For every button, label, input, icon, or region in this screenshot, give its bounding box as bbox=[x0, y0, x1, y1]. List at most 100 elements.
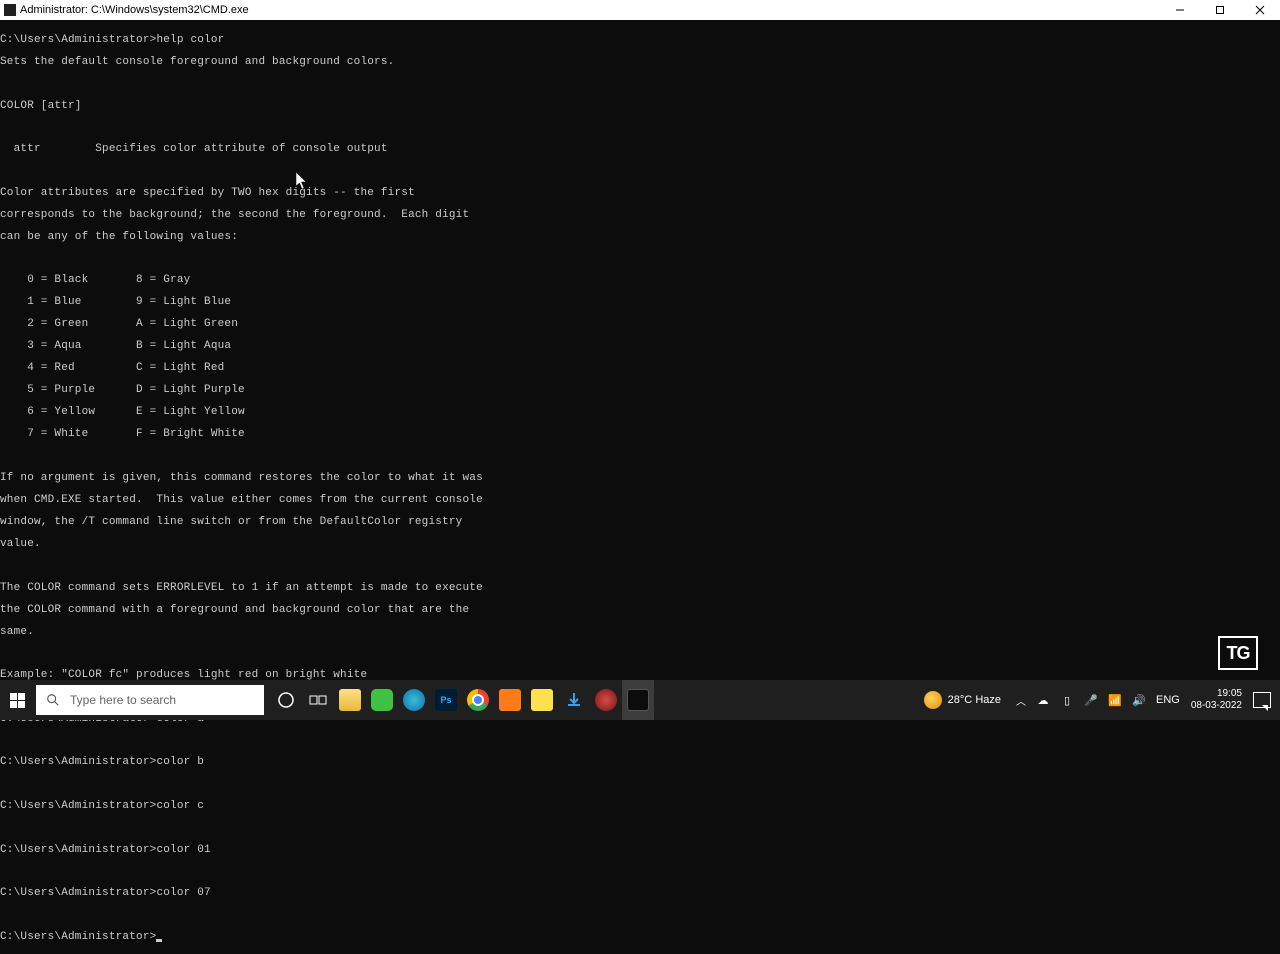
command-text: color b bbox=[156, 756, 204, 768]
cloud-icon: ☁ bbox=[1036, 693, 1050, 707]
output-line: 5 = Purple D = Light Purple bbox=[0, 385, 1280, 396]
weather-widget[interactable]: 28°C Haze bbox=[914, 691, 1011, 709]
taskbar-app-edge[interactable] bbox=[398, 680, 430, 720]
taskbar-app-notes[interactable] bbox=[526, 680, 558, 720]
output-line bbox=[0, 736, 1280, 747]
cmd-icon bbox=[627, 689, 649, 711]
tray-overflow-button[interactable]: ︿ bbox=[1011, 680, 1031, 720]
prompt: C:\Users\Administrator> bbox=[0, 844, 156, 856]
app-icon bbox=[4, 4, 16, 16]
tray-language[interactable]: ENG bbox=[1151, 680, 1185, 720]
output-line: 6 = Yellow E = Light Yellow bbox=[0, 407, 1280, 418]
prompt: C:\Users\Administrator> bbox=[0, 887, 156, 899]
taskbar-app-download[interactable] bbox=[558, 680, 590, 720]
output-line: 4 = Red C = Light Red bbox=[0, 363, 1280, 374]
folder-icon bbox=[339, 689, 361, 711]
taskbar-app-generic-2[interactable] bbox=[590, 680, 622, 720]
taskbar-app-generic-1[interactable] bbox=[494, 680, 526, 720]
taskview-icon bbox=[309, 693, 327, 707]
taskbar-app-wechat[interactable] bbox=[366, 680, 398, 720]
search-input[interactable]: Type here to search bbox=[36, 685, 264, 715]
command-text: color 07 bbox=[156, 887, 210, 899]
output-line bbox=[0, 451, 1280, 462]
output-line: 3 = Aqua B = Light Aqua bbox=[0, 341, 1280, 352]
download-icon bbox=[565, 691, 583, 709]
minimize-button[interactable] bbox=[1160, 0, 1200, 20]
watermark-badge: TG bbox=[1218, 636, 1258, 670]
edge-icon bbox=[403, 689, 425, 711]
output-line: 0 = Black 8 = Gray bbox=[0, 275, 1280, 286]
notification-icon bbox=[1253, 692, 1271, 708]
output-line bbox=[0, 561, 1280, 572]
speaker-icon: 🔊 bbox=[1132, 693, 1146, 707]
output-line bbox=[0, 779, 1280, 790]
taskbar-app-cmd[interactable] bbox=[622, 680, 654, 720]
tray-network[interactable]: 📶 bbox=[1103, 680, 1127, 720]
output-line bbox=[0, 867, 1280, 878]
output-line: same. bbox=[0, 627, 1280, 638]
search-icon bbox=[46, 693, 60, 707]
maximize-button[interactable] bbox=[1200, 0, 1240, 20]
camera-icon: ▯ bbox=[1060, 693, 1074, 707]
app-icon bbox=[595, 689, 617, 711]
output-line: corresponds to the background; the secon… bbox=[0, 210, 1280, 221]
output-line bbox=[0, 254, 1280, 265]
taskbar: Type here to search Ps 28°C Haze ︿ ☁ ▯ 🎤… bbox=[0, 680, 1280, 720]
output-line: the COLOR command with a foreground and … bbox=[0, 605, 1280, 616]
close-button[interactable] bbox=[1240, 0, 1280, 20]
chrome-icon bbox=[467, 689, 489, 711]
output-line: can be any of the following values: bbox=[0, 232, 1280, 243]
app-icon bbox=[499, 689, 521, 711]
prompt: C:\Users\Administrator> bbox=[0, 931, 156, 943]
output-line bbox=[0, 910, 1280, 921]
output-line: 2 = Green A = Light Green bbox=[0, 319, 1280, 330]
output-line: If no argument is given, this command re… bbox=[0, 473, 1280, 484]
terminal-output[interactable]: C:\Users\Administrator>help color Sets t… bbox=[0, 20, 1280, 680]
weather-label: Haze bbox=[975, 694, 1001, 706]
file-explorer-button[interactable] bbox=[334, 680, 366, 720]
taskbar-app-photoshop[interactable]: Ps bbox=[430, 680, 462, 720]
clock-time: 19:05 bbox=[1191, 688, 1242, 700]
tray-meet-now[interactable]: ▯ bbox=[1055, 680, 1079, 720]
task-view-button[interactable] bbox=[302, 680, 334, 720]
output-line: Color attributes are specified by TWO he… bbox=[0, 188, 1280, 199]
output-line: The COLOR command sets ERRORLEVEL to 1 i… bbox=[0, 583, 1280, 594]
command-text: help color bbox=[156, 34, 224, 46]
output-line bbox=[0, 79, 1280, 90]
tray-notifications[interactable] bbox=[1248, 680, 1276, 720]
tray-mic[interactable]: 🎤 bbox=[1079, 680, 1103, 720]
weather-icon bbox=[924, 691, 942, 709]
tray-onedrive[interactable]: ☁ bbox=[1031, 680, 1055, 720]
mic-icon: 🎤 bbox=[1084, 693, 1098, 707]
notes-icon bbox=[531, 689, 553, 711]
clock-date: 08-03-2022 bbox=[1191, 700, 1242, 712]
command-text: color c bbox=[156, 800, 204, 812]
chat-icon bbox=[371, 689, 393, 711]
tray-clock[interactable]: 19:0508-03-2022 bbox=[1185, 680, 1248, 720]
output-line bbox=[0, 166, 1280, 177]
wifi-icon: 📶 bbox=[1108, 693, 1122, 707]
window-title: Administrator: C:\Windows\system32\CMD.e… bbox=[20, 4, 249, 16]
windows-logo-icon bbox=[10, 693, 25, 708]
taskbar-app-chrome[interactable] bbox=[462, 680, 494, 720]
weather-temp: 28°C bbox=[948, 694, 973, 706]
output-line bbox=[0, 649, 1280, 660]
cortana-button[interactable] bbox=[270, 680, 302, 720]
titlebar: Administrator: C:\Windows\system32\CMD.e… bbox=[0, 0, 1280, 20]
output-line: 7 = White F = Bright White bbox=[0, 429, 1280, 440]
prompt: C:\Users\Administrator> bbox=[0, 34, 156, 46]
search-placeholder: Type here to search bbox=[70, 693, 176, 707]
output-line: Sets the default console foreground and … bbox=[0, 57, 1280, 68]
start-button[interactable] bbox=[0, 680, 34, 720]
command-text: color 01 bbox=[156, 844, 210, 856]
output-line: value. bbox=[0, 539, 1280, 550]
prompt: C:\Users\Administrator> bbox=[0, 800, 156, 812]
circle-icon bbox=[277, 691, 295, 709]
ps-icon: Ps bbox=[435, 689, 457, 711]
output-line bbox=[0, 823, 1280, 834]
lang-label: ENG bbox=[1156, 694, 1180, 706]
output-line: 1 = Blue 9 = Light Blue bbox=[0, 297, 1280, 308]
tray-volume[interactable]: 🔊 bbox=[1127, 680, 1151, 720]
chevron-up-icon: ︿ bbox=[1016, 693, 1026, 708]
output-line: COLOR [attr] bbox=[0, 101, 1280, 112]
